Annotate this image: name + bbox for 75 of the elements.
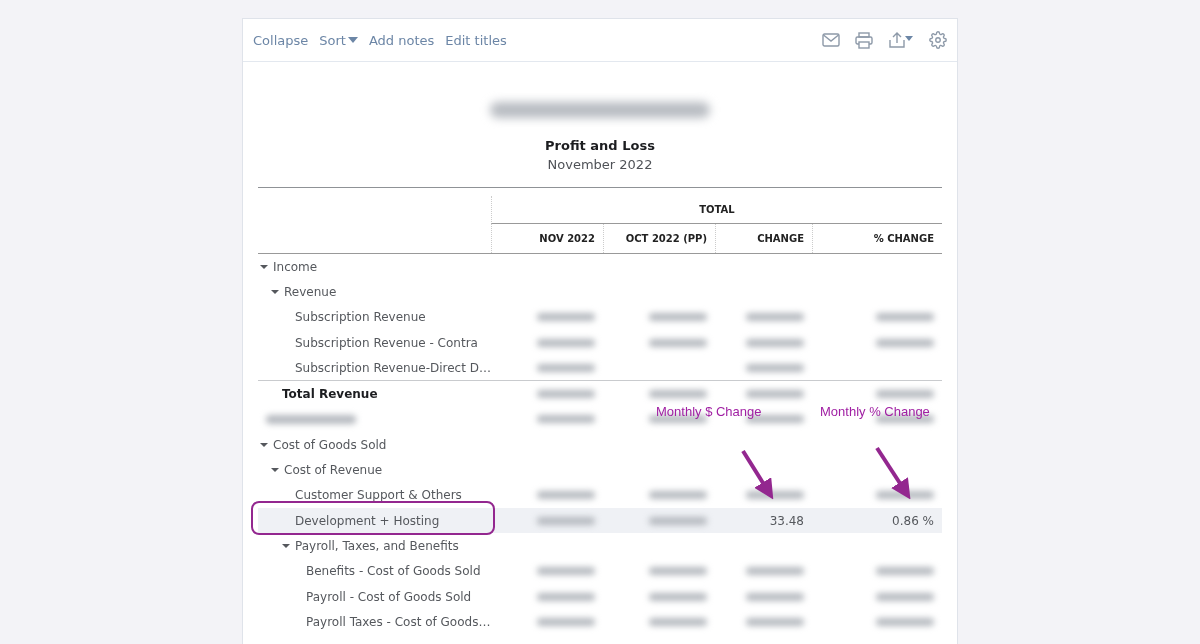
print-icon[interactable]: [855, 31, 873, 49]
arrow: [741, 449, 774, 500]
blurred-value: [537, 617, 595, 626]
blurred-value: [537, 363, 595, 372]
toolbar-link[interactable]: Add notes: [368, 32, 435, 48]
blurred-value: [876, 313, 934, 322]
blurred-value: [649, 516, 707, 525]
blurred-value: [876, 491, 934, 500]
blurred-value: [746, 567, 804, 576]
blurred-value: [537, 313, 595, 322]
sort-dropdown[interactable]: Sort: [319, 32, 358, 48]
row-label[interactable]: Revenue: [258, 284, 491, 299]
blurred-value: [649, 390, 707, 399]
blurred-value: [876, 338, 934, 347]
blurred-value: [537, 491, 595, 500]
row-label[interactable]: Cost of Revenue: [258, 463, 491, 477]
annotation-label: Monthly $ Change: [656, 405, 762, 419]
report-period: November 2022: [546, 157, 654, 172]
caret-icon[interactable]: [281, 542, 291, 549]
blurred-value: [876, 390, 934, 399]
column-header: OCT 2022 (PP): [603, 224, 715, 253]
report-title: Profit and Loss: [544, 138, 656, 153]
column-header: CHANGE: [715, 224, 812, 253]
blurred-value: [746, 592, 804, 601]
blurred-value: [649, 617, 707, 626]
blurred-value: [649, 338, 707, 347]
blurred-value: [746, 617, 804, 626]
row-label: Payroll - Cost of Goods Sold: [305, 589, 473, 604]
column-header: NOV 2022: [491, 224, 603, 253]
blurred-value: [746, 363, 804, 372]
table-cell-text: 33.48: [768, 513, 805, 528]
blurred-value: [746, 313, 804, 322]
caret-icon[interactable]: [259, 441, 269, 448]
selected-row[interactable]: Development + Hosting 33.48 0.86 %: [258, 507, 942, 534]
blurred-value: [537, 390, 595, 399]
blurred-value: [537, 338, 595, 347]
blurred-value: [876, 617, 934, 626]
row-label: Subscription Revenue - Contra: [294, 335, 479, 350]
row-label: Total Revenue: [281, 387, 379, 402]
blurred-value: [649, 313, 707, 322]
row-label[interactable]: Payroll, Taxes, and Benefits: [258, 538, 491, 553]
caret-icon[interactable]: [259, 263, 269, 270]
blurred-value: [537, 516, 595, 525]
row-label: Benefits - Cost of Goods Sold: [305, 564, 482, 579]
column-group-header: TOTAL: [491, 196, 942, 224]
row-label[interactable]: Income: [258, 259, 491, 274]
blurred-value: [537, 415, 595, 424]
caret-icon[interactable]: [270, 467, 280, 473]
export-icon[interactable]: [888, 31, 914, 49]
row-label: Subscription Revenue: [294, 310, 427, 325]
blurred-value: [649, 592, 707, 601]
settings-icon[interactable]: [929, 31, 947, 49]
mail-icon[interactable]: [822, 33, 840, 47]
blurred-value: [746, 338, 804, 347]
blurred-value: [649, 491, 707, 500]
row-label: Payroll Taxes - Cost of Goods…: [305, 614, 491, 629]
blurred-value: [746, 491, 804, 500]
caret-icon[interactable]: [270, 288, 280, 295]
blurred-value: [876, 592, 934, 601]
toolbar-link[interactable]: Edit titles: [445, 32, 507, 48]
toolbar-link[interactable]: Collapse: [253, 32, 309, 48]
row-label: Subscription Revenue-Direct D…: [294, 360, 491, 375]
caret-icon: [347, 37, 358, 43]
blurred-value: [649, 567, 707, 576]
column-header: % CHANGE: [812, 224, 942, 253]
table-cell-text: 0.86 %: [891, 513, 935, 528]
arrow: [875, 446, 911, 500]
blurred-value: [537, 592, 595, 601]
row-label[interactable]: Cost of Goods Sold: [258, 437, 491, 452]
annotation-label: Monthly % Change: [820, 405, 930, 419]
blurred-value: [537, 567, 595, 576]
blurred-value: [746, 390, 804, 399]
row-label: Customer Support & Others: [294, 488, 463, 503]
row-label: Development + Hosting: [294, 513, 441, 528]
blurred-value: [876, 567, 934, 576]
